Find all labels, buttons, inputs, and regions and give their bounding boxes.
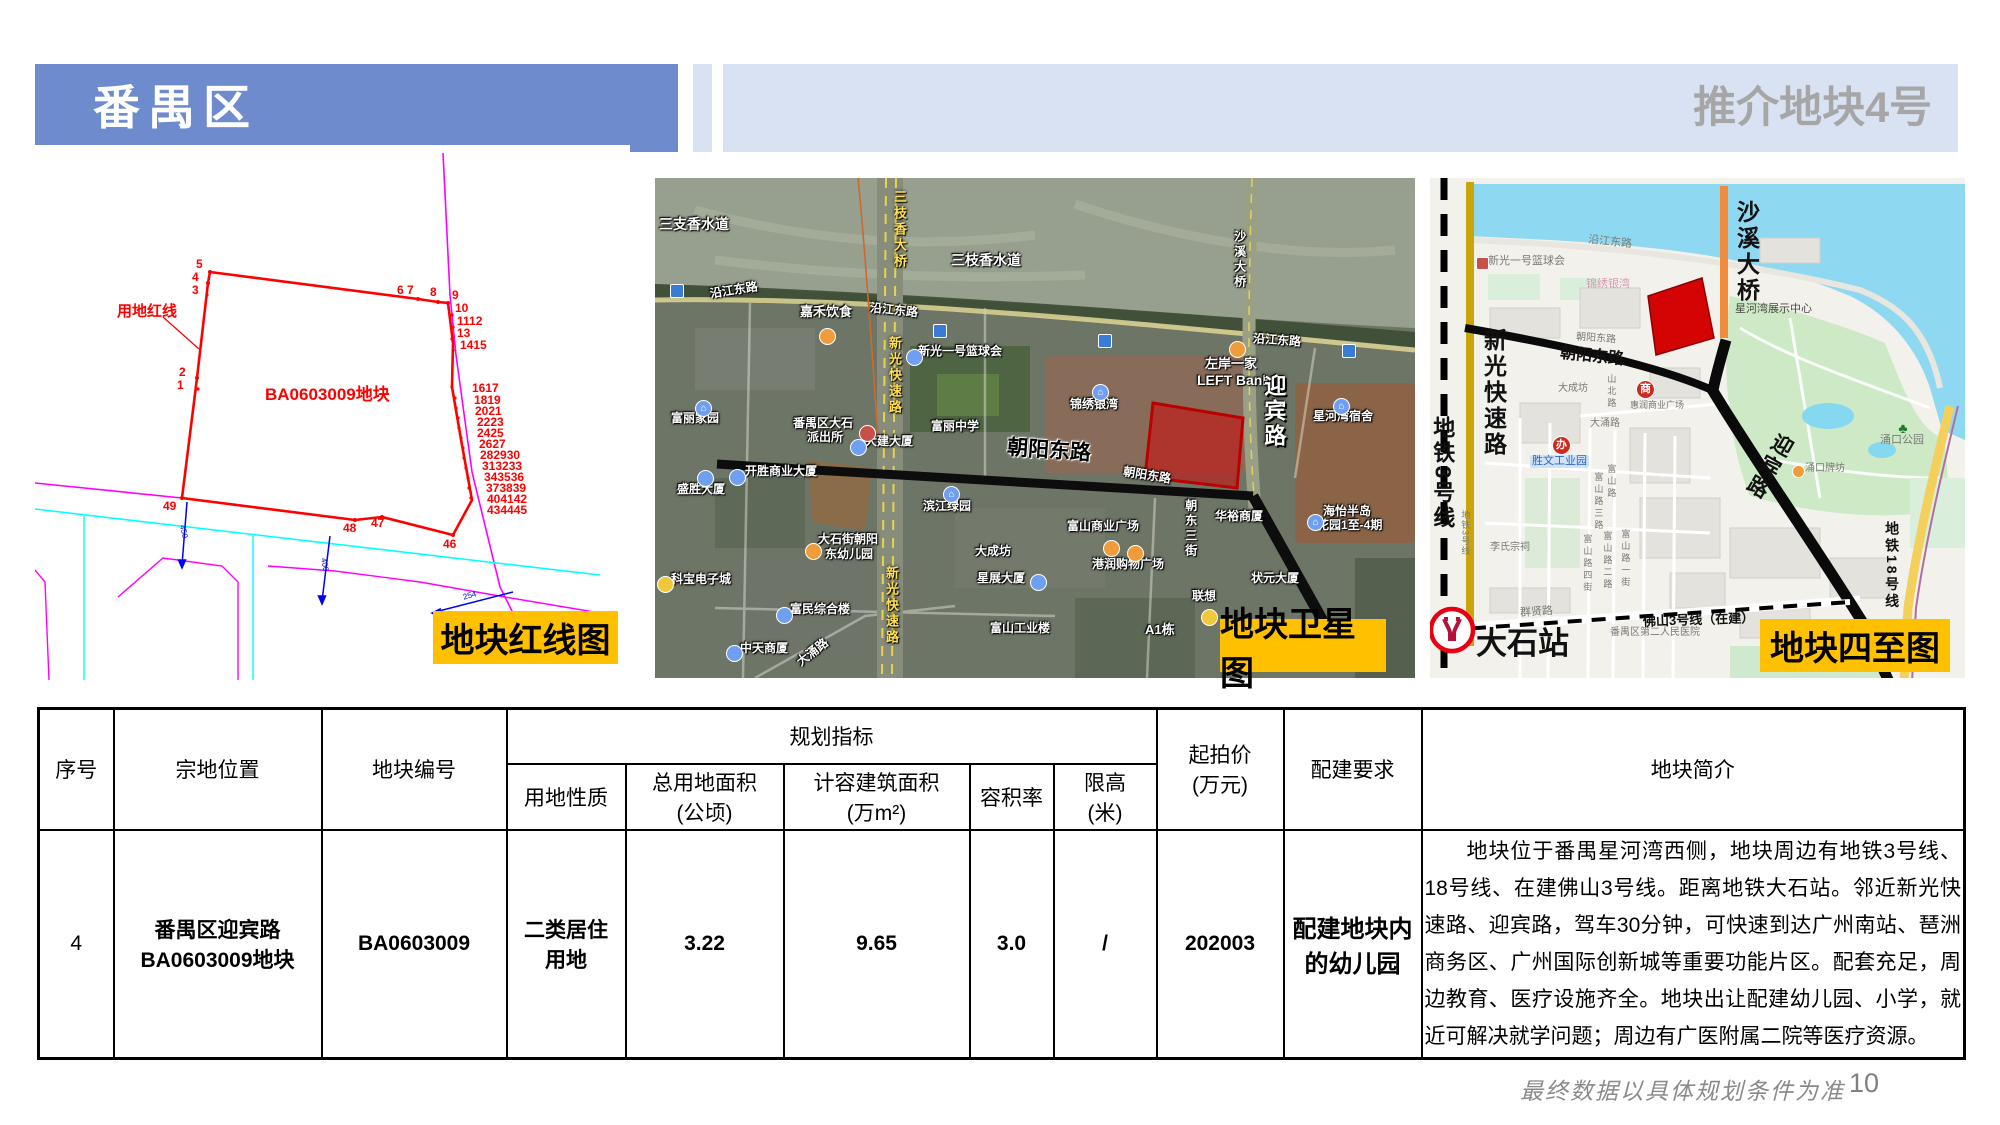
caption-satellite-map: 地块卫星图: [1220, 619, 1386, 672]
parcel-satellite-polygon: [1145, 403, 1243, 488]
col-header-code: 地块编号: [322, 709, 507, 830]
cell-location: 番禺区迎宾路 BA0603009地块: [114, 830, 322, 1059]
caption-vicinity-map: 地块四至图: [1760, 619, 1950, 672]
cell-code: BA0603009: [322, 830, 507, 1059]
vicinity-map: 沙溪大桥沿江东路新光一号篮球会锦绣银湾星河湾展示中心朝阳东路朝阳东路迎宾路地铁3…: [1430, 178, 1965, 678]
slide-page: 番禺区 推介地块4号: [0, 0, 2000, 1125]
caption-redline-text: 地块红线图: [441, 613, 611, 662]
col-header-seq: 序号: [39, 709, 114, 830]
redline-map: BA0603009地块用地红线5436 78910111213141516171…: [35, 145, 630, 680]
district-title-bar: 番禺区: [35, 64, 678, 152]
plot-title-bar: 推介地块4号: [723, 64, 1958, 152]
col-header-land-use: 用地性质: [507, 764, 626, 830]
cell-requirement: 配建地块内 的幼儿园: [1284, 830, 1422, 1059]
plot-intro-text: 地块位于番禺星河湾西侧，地块周边有地铁3号线、18号线、在建佛山3号线。距离地铁…: [1425, 833, 1962, 1055]
vicinity-map-drawing: [1430, 178, 1965, 678]
cell-land-use: 二类居住 用地: [507, 830, 626, 1059]
footer-disclaimer: 最终数据以具体规划条件为准: [1520, 1072, 1845, 1106]
col-header-gfa: 计容建筑面积 (万m²): [784, 764, 970, 830]
plot-info-table: 序号 宗地位置 地块编号 规划指标 起拍价 (万元) 配建要求 地块简介 用地性…: [37, 707, 1966, 1060]
caption-vicinity-text: 地块四至图: [1770, 621, 1940, 670]
cell-gfa: 9.65: [784, 830, 970, 1059]
plot-title: 推介地块4号: [1693, 84, 1932, 132]
col-header-far: 容积率: [970, 764, 1054, 830]
col-header-intro: 地块简介: [1422, 709, 1965, 830]
cell-height: /: [1054, 830, 1157, 1059]
col-header-location: 宗地位置: [114, 709, 322, 830]
col-header-requirement: 配建要求: [1284, 709, 1422, 830]
col-header-height: 限高 (米): [1054, 764, 1157, 830]
cell-area: 3.22: [626, 830, 784, 1059]
caption-satellite-text: 地块卫星图: [1220, 597, 1386, 695]
page-number: 10: [1849, 1068, 1879, 1099]
cell-price: 202003: [1157, 830, 1284, 1059]
header-accent-strip: [693, 64, 712, 152]
cell-intro: 地块位于番禺星河湾西侧，地块周边有地铁3号线、18号线、在建佛山3号线。距离地铁…: [1422, 830, 1965, 1059]
col-header-area: 总用地面积 (公顷): [626, 764, 784, 830]
col-header-price: 起拍价 (万元): [1157, 709, 1284, 830]
cell-seq: 4: [39, 830, 114, 1059]
metro-station-icon: [1431, 609, 1473, 651]
col-header-planning: 规划指标: [507, 709, 1157, 764]
district-title: 番禺区: [93, 81, 258, 134]
caption-redline-map: 地块红线图: [433, 611, 618, 664]
redline-map-drawing: [35, 145, 630, 680]
cell-far: 3.0: [970, 830, 1054, 1059]
